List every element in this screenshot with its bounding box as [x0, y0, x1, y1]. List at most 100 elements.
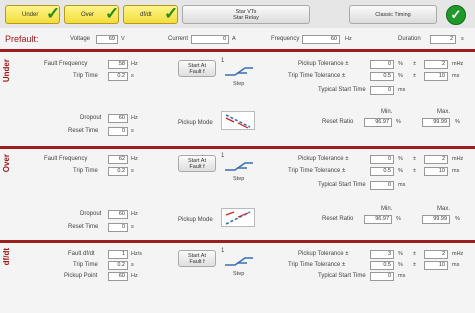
current-input[interactable]: 0	[191, 35, 229, 44]
pickup-point-unit: Hz	[131, 273, 138, 279]
reset-ratio-label: Reset Ratio	[322, 119, 354, 125]
pickup-tolerance-label: Pickup Tolerance ±	[298, 251, 349, 257]
reset-ratio-min-input[interactable]: 96.97	[364, 118, 392, 127]
start-at-fault-button[interactable]: Start At Fault f	[178, 60, 216, 77]
trip-tolerance-pct-input[interactable]: 0.5	[370, 72, 394, 81]
tab-classic-timing-label: Classic Timing	[375, 11, 411, 18]
trip-tolerance-abs-unit: ms	[452, 168, 460, 174]
pm-sign: ±	[413, 156, 417, 162]
duration-input[interactable]: 2	[430, 35, 456, 44]
start-at-fault-button[interactable]: Start At Fault f	[178, 155, 216, 172]
tab-under[interactable]: Under ✓	[5, 4, 61, 24]
dropout-input[interactable]: 60	[108, 210, 128, 219]
voltage-label: Voltage	[70, 36, 91, 42]
duration-label: Duration	[398, 36, 421, 42]
pickup-mode-icon[interactable]	[221, 208, 255, 227]
tab-dfdt-label: df/dt	[140, 11, 152, 18]
trip-tolerance-abs-input[interactable]: 10	[424, 167, 448, 176]
trip-time-input[interactable]: 0.2	[108, 261, 128, 270]
pickup-tolerance-label: Pickup Tolerance ±	[298, 61, 349, 67]
pct-unit: %	[398, 262, 403, 268]
tab-classic-timing[interactable]: Classic Timing	[349, 5, 437, 24]
step-ladder-icon[interactable]: 1 Step	[221, 153, 253, 182]
tab-over[interactable]: Over ✓	[64, 4, 120, 24]
pct-unit: %	[398, 251, 403, 257]
pct-unit: %	[398, 61, 403, 67]
reset-time-input[interactable]: 0	[108, 127, 128, 136]
start-at-fault-button[interactable]: Start At Fault f	[178, 250, 216, 267]
trip-tolerance-pct-input[interactable]: 0.5	[370, 167, 394, 176]
tab-star-vts[interactable]: Star VTs Star Relay	[182, 5, 310, 24]
reset-ratio-max-input[interactable]: 99.99	[422, 215, 450, 224]
reset-ratio-min-input[interactable]: 96.97	[364, 215, 392, 224]
trip-tolerance-label: Trip Time Tolerance ±	[288, 262, 346, 268]
pickup-mode-icon[interactable]	[221, 111, 255, 130]
typical-start-label: Typical Start Time	[318, 87, 366, 93]
dropout-unit: Hz	[131, 211, 138, 217]
trip-time-input[interactable]: 0.2	[108, 72, 128, 81]
tab-dfdt[interactable]: df/dt ✓	[123, 4, 178, 24]
dropout-label: Dropout	[80, 211, 102, 217]
fault-dfdt-input[interactable]: 1	[108, 250, 128, 259]
pct-unit: %	[396, 119, 401, 125]
current-unit: A	[232, 36, 236, 42]
step-ladder-icon[interactable]: 1 Step	[221, 58, 253, 87]
dropout-input[interactable]: 60	[108, 114, 128, 123]
pickup-tolerance-abs-input[interactable]: 2	[424, 250, 448, 259]
step-ladder-icon[interactable]: 1 Step	[221, 248, 253, 277]
over-title: Over	[2, 154, 11, 173]
fault-frequency-unit: Hz	[131, 156, 138, 162]
tab-over-label: Over	[81, 11, 95, 18]
typical-start-unit: ms	[398, 273, 406, 279]
pickup-tolerance-pct-input[interactable]: 0	[370, 60, 394, 69]
pickup-tolerance-abs-unit: mHz	[452, 156, 464, 162]
start-at-fault-label: Start At Fault f	[187, 157, 207, 170]
min-label: Min.	[381, 109, 393, 115]
pickup-mode-label: Pickup Mode	[178, 217, 213, 223]
dfdt-title: df/dt	[2, 248, 11, 266]
reset-ratio-max-input[interactable]: 99.99	[422, 118, 450, 127]
step-label: Step	[233, 176, 245, 182]
typical-start-input[interactable]: 0	[370, 181, 394, 190]
pm-sign: ±	[413, 168, 417, 174]
typical-start-input[interactable]: 0	[370, 86, 394, 95]
reset-ratio-label: Reset Ratio	[322, 216, 354, 222]
pickup-point-input[interactable]: 60	[108, 272, 128, 281]
typical-start-unit: ms	[398, 182, 406, 188]
fault-frequency-label: Fault Frequency	[44, 156, 88, 162]
step-label: Step	[233, 271, 245, 277]
ok-check-icon[interactable]: ✓	[446, 5, 466, 25]
pickup-tolerance-abs-input[interactable]: 2	[424, 60, 448, 69]
fault-frequency-input[interactable]: 58	[108, 60, 128, 69]
trip-tolerance-label: Trip Time Tolerance ±	[288, 73, 346, 79]
frequency-label: Frequency	[271, 36, 300, 42]
tab-star-vts-label: Star VTs Star Relay	[233, 8, 259, 21]
fault-frequency-input[interactable]: 62	[108, 155, 128, 164]
pickup-tolerance-abs-unit: mHz	[452, 251, 464, 257]
trip-tolerance-abs-unit: ms	[452, 262, 460, 268]
typical-start-input[interactable]: 0	[370, 272, 394, 281]
pickup-point-label: Pickup Point	[64, 273, 98, 279]
fault-dfdt-label: Fault df/dt	[68, 251, 95, 257]
voltage-input[interactable]: 69	[96, 35, 118, 44]
pickup-tolerance-pct-input[interactable]: 0	[370, 155, 394, 164]
start-at-fault-label: Start At Fault f	[187, 252, 207, 265]
prefault-bar: Prefault: Voltage 69 V Current 0 A Frequ…	[0, 28, 475, 52]
trip-tolerance-abs-input[interactable]: 10	[424, 72, 448, 81]
check-icon: ✓	[105, 4, 120, 23]
trip-time-input[interactable]: 0.2	[108, 167, 128, 176]
pm-sign: ±	[413, 251, 417, 257]
pct-unit: %	[396, 216, 401, 222]
pct-unit: %	[398, 73, 403, 79]
trip-time-label: Trip Time	[73, 262, 98, 268]
frequency-input[interactable]: 60	[302, 35, 340, 44]
pickup-tolerance-pct-input[interactable]: 3	[370, 250, 394, 259]
fault-dfdt-unit: Hz/s	[131, 251, 142, 257]
trip-tolerance-abs-input[interactable]: 10	[424, 261, 448, 270]
pickup-tolerance-abs-input[interactable]: 2	[424, 155, 448, 164]
trip-tolerance-pct-input[interactable]: 0.5	[370, 261, 394, 270]
trip-tolerance-label: Trip Time Tolerance ±	[288, 168, 346, 174]
check-icon: ✓	[46, 4, 61, 23]
reset-time-input[interactable]: 0	[108, 223, 128, 232]
section-divider	[0, 240, 475, 243]
